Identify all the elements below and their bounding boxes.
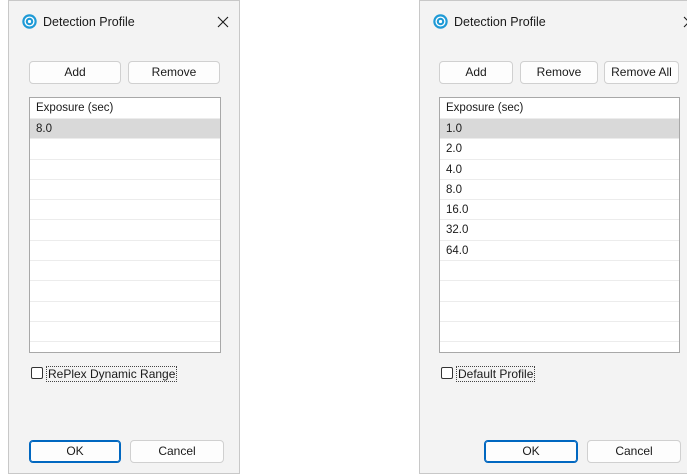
- ok-button[interactable]: OK: [484, 440, 578, 463]
- default-profile-checkbox[interactable]: Default Profile: [441, 366, 561, 382]
- title-bar: Detection Profile: [9, 1, 239, 41]
- add-button[interactable]: Add: [29, 61, 121, 84]
- cancel-button[interactable]: Cancel: [130, 440, 224, 463]
- list-item[interactable]: [30, 241, 220, 262]
- list-item[interactable]: [30, 139, 220, 160]
- cancel-button[interactable]: Cancel: [587, 440, 681, 463]
- dialog-title: Detection Profile: [454, 15, 546, 29]
- checkbox-box[interactable]: [441, 367, 453, 379]
- remove-button[interactable]: Remove: [520, 61, 598, 84]
- close-icon: [683, 16, 687, 28]
- detection-profile-dialog-left: Detection Profile Add Remove Exposure (s…: [8, 0, 240, 474]
- list-item[interactable]: [30, 200, 220, 221]
- remove-all-button[interactable]: Remove All: [604, 61, 679, 84]
- app-logo-icon: [22, 14, 37, 29]
- close-button[interactable]: [211, 10, 235, 34]
- add-button[interactable]: Add: [439, 61, 513, 84]
- title-bar: Detection Profile: [420, 1, 687, 41]
- list-item[interactable]: 8.0: [30, 119, 220, 140]
- list-item[interactable]: 8.0: [440, 180, 679, 201]
- checkbox-label: RePlex Dynamic Range: [46, 366, 178, 382]
- exposure-list[interactable]: Exposure (sec) 8.0: [29, 97, 221, 353]
- exposure-column-header: Exposure (sec): [440, 98, 679, 119]
- list-item[interactable]: 16.0: [440, 200, 679, 221]
- replex-dynamic-range-checkbox[interactable]: RePlex Dynamic Range: [31, 366, 201, 382]
- checkbox-label: Default Profile: [456, 366, 536, 382]
- list-item[interactable]: [30, 180, 220, 201]
- close-icon: [217, 16, 229, 28]
- list-item[interactable]: [30, 160, 220, 180]
- close-button[interactable]: [677, 10, 687, 34]
- list-item[interactable]: [30, 322, 220, 343]
- list-item[interactable]: [30, 261, 220, 282]
- list-item[interactable]: [30, 220, 220, 241]
- dialog-title: Detection Profile: [43, 15, 135, 29]
- list-item[interactable]: 4.0: [440, 160, 679, 180]
- exposure-list[interactable]: Exposure (sec) 1.0 2.0 4.0 8.0 16.0 32.0…: [439, 97, 680, 353]
- list-item[interactable]: [440, 302, 679, 322]
- list-item[interactable]: 1.0: [440, 119, 679, 140]
- list-item[interactable]: 2.0: [440, 139, 679, 160]
- list-item[interactable]: [440, 322, 679, 343]
- ok-button[interactable]: OK: [29, 440, 121, 463]
- list-item[interactable]: 32.0: [440, 220, 679, 241]
- list-item[interactable]: [30, 302, 220, 322]
- app-logo-icon: [433, 14, 448, 29]
- list-item[interactable]: [30, 281, 220, 302]
- remove-button[interactable]: Remove: [128, 61, 220, 84]
- list-item[interactable]: [440, 281, 679, 302]
- detection-profile-dialog-right: Detection Profile Add Remove Remove All …: [419, 0, 687, 474]
- list-item[interactable]: [440, 342, 679, 352]
- exposure-column-header: Exposure (sec): [30, 98, 220, 119]
- checkbox-box[interactable]: [31, 367, 43, 379]
- list-item[interactable]: [440, 261, 679, 282]
- list-item[interactable]: 64.0: [440, 241, 679, 262]
